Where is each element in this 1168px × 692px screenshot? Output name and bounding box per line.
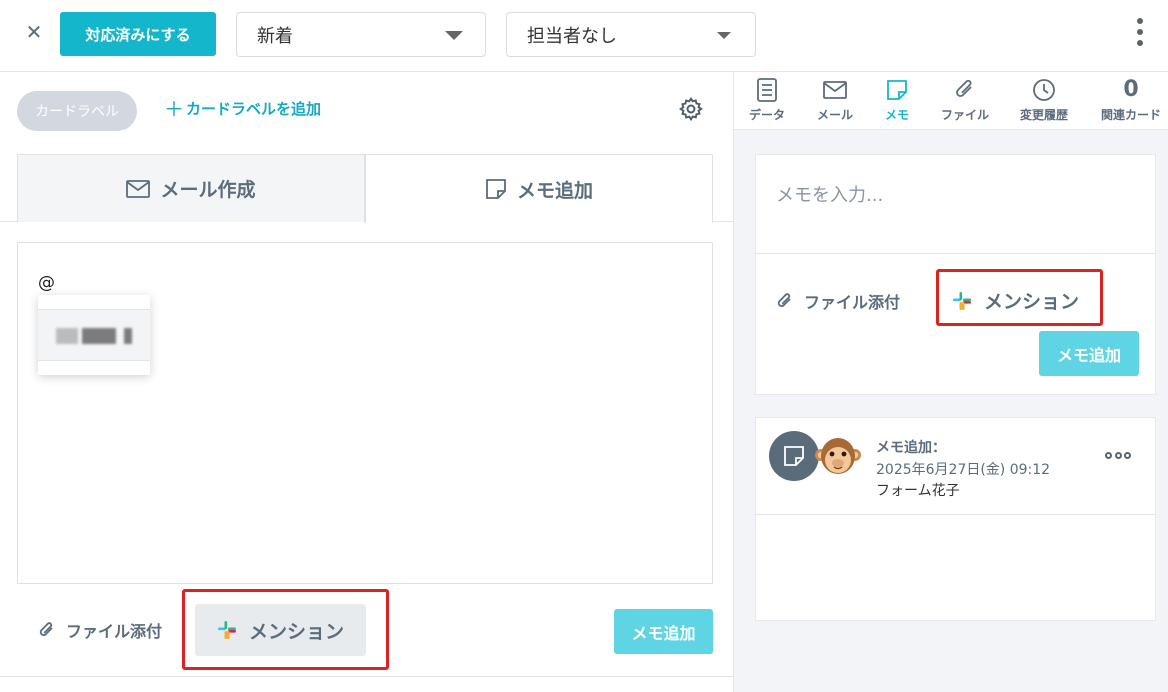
entry-date: 2025年6月27日(金) 09:12	[876, 462, 1051, 478]
tab-file-label: ファイル	[940, 108, 989, 122]
mention-label: メンション	[984, 291, 1080, 313]
chevron-down-icon	[717, 32, 731, 39]
plus-icon: ＋	[164, 96, 184, 121]
blurred-name	[82, 328, 116, 344]
paperclip-icon	[777, 293, 791, 307]
tab-related-cards-label: 関連カード	[1100, 108, 1161, 122]
mention-label: メンション	[248, 620, 344, 643]
mention-suggestion-item[interactable]	[38, 309, 150, 361]
entry-title: メモ追加：	[876, 440, 946, 456]
memo-entry-card: メモ追加： 2025年6月27日(金) 09:12 フォーム花子	[755, 417, 1156, 621]
memo-editor[interactable]: @	[17, 242, 713, 584]
assignee-select[interactable]: 担当者なし	[506, 12, 756, 57]
chevron-down-icon	[445, 31, 463, 40]
footer-divider	[0, 676, 733, 677]
memo-icon	[887, 80, 907, 100]
memo-input-divider	[756, 253, 1155, 254]
memo-icon	[784, 446, 804, 466]
mail-icon	[823, 81, 847, 99]
entry-author: フォーム花子	[876, 483, 960, 499]
tab-history[interactable]: 変更履歴	[1004, 76, 1084, 123]
slack-icon	[217, 621, 236, 639]
blurred-name	[124, 328, 132, 344]
file-attach-label: ファイル添付	[66, 622, 163, 641]
monkey-avatar	[815, 438, 861, 474]
tab-mail-label: メール作成	[160, 179, 256, 201]
slack-icon	[953, 291, 971, 310]
side-tabs: データ メール メモ ファイル 変更履歴 0 関連カード	[734, 72, 1168, 130]
mention-button[interactable]: メンション	[952, 287, 1079, 314]
mention-button[interactable]: メンション	[195, 604, 366, 656]
assignee-select-value: 担当者なし	[527, 25, 617, 47]
mail-icon	[126, 179, 151, 198]
editor-text: @	[38, 273, 55, 293]
memo-input-card: メモを入力... ファイル添付 メンション メモ追加	[755, 154, 1156, 395]
tab-mail-compose[interactable]: メール作成	[17, 154, 365, 222]
tab-file[interactable]: ファイル	[925, 76, 1005, 123]
gear-icon[interactable]	[678, 96, 704, 122]
memo-add-button[interactable]: メモ追加	[1039, 331, 1139, 376]
tab-memo-label: メモ追加	[516, 179, 593, 202]
card-label-pill[interactable]: カードラベル	[17, 91, 137, 131]
paperclip-icon	[956, 79, 972, 97]
blurred-name	[56, 328, 78, 344]
top-bar: ✕ 対応済みにする 新着 担当者なし	[0, 0, 1168, 72]
more-menu-icon[interactable]	[1132, 18, 1148, 50]
add-card-label-text: カードラベルを追加	[186, 100, 322, 118]
add-card-label-link[interactable]: ＋ カードラベルを追加	[164, 98, 321, 119]
tab-history-label: 変更履歴	[1019, 108, 1068, 122]
memo-icon	[486, 179, 506, 199]
entry-more-icon[interactable]	[1105, 452, 1131, 460]
clock-icon	[1033, 79, 1055, 101]
entry-divider	[756, 514, 1155, 515]
left-panel: カードラベル ＋ カードラベルを追加 メール作成 メモ追加 @ ファイル添付 メ…	[0, 72, 733, 692]
related-card-count: 0	[1123, 77, 1139, 102]
memo-input[interactable]: メモを入力...	[776, 181, 883, 207]
status-select-value: 新着	[257, 25, 293, 47]
mention-suggestion-dropdown	[38, 295, 150, 375]
document-icon	[757, 78, 777, 102]
resolve-button[interactable]: 対応済みにする	[60, 12, 216, 56]
tab-related-cards[interactable]: 0 関連カード	[1091, 76, 1168, 123]
file-attach-button[interactable]: ファイル添付	[38, 618, 162, 642]
file-attach-button[interactable]: ファイル添付	[776, 289, 900, 313]
tab-memo-add[interactable]: メモ追加	[365, 154, 713, 223]
memo-entry-icon	[769, 431, 819, 481]
memo-add-button[interactable]: メモ追加	[614, 609, 713, 654]
right-panel: データ メール メモ ファイル 変更履歴 0 関連カード メモを入力... ファ…	[733, 72, 1168, 692]
paperclip-icon	[39, 622, 53, 636]
file-attach-label: ファイル添付	[804, 293, 901, 312]
status-select[interactable]: 新着	[236, 12, 486, 57]
close-icon[interactable]: ✕	[22, 20, 46, 44]
